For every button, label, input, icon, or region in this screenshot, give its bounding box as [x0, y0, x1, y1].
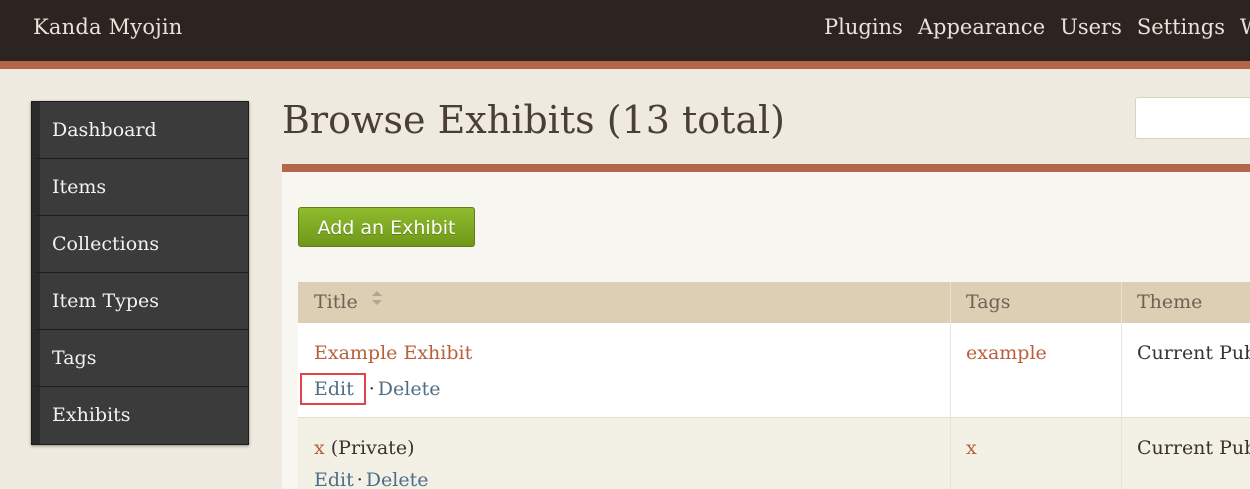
nav-truncated[interactable]: W [1240, 15, 1250, 39]
exhibit-title-link[interactable]: Example Exhibit [314, 342, 472, 364]
column-header-theme: Theme [1137, 291, 1203, 313]
column-header-tags: Tags [951, 282, 1122, 323]
table-cell-theme: Current Public Theme [1122, 323, 1250, 417]
tag-link[interactable]: example [966, 342, 1047, 364]
nav-plugins[interactable]: Plugins [824, 15, 903, 39]
sidebar-item-tags[interactable]: Tags [32, 330, 248, 387]
private-label: (Private) [330, 437, 415, 459]
delete-link[interactable]: Delete [378, 378, 441, 400]
tag-link[interactable]: x [966, 437, 977, 459]
sort-icon[interactable] [370, 290, 384, 306]
table-cell-theme: Current Public Theme [1122, 418, 1250, 489]
sidebar-item-exhibits[interactable]: Exhibits [32, 387, 248, 444]
nav-users[interactable]: Users [1060, 15, 1122, 39]
edit-link-highlight: Edit [300, 373, 366, 405]
table-cell-tags: example [951, 323, 1122, 417]
action-separator: · [368, 378, 375, 400]
sidebar-item-dashboard[interactable]: Dashboard [32, 102, 248, 159]
theme-value: Current Public Theme [1137, 437, 1250, 459]
top-accent-stripe [0, 61, 1250, 69]
site-title[interactable]: Kanda Myojin [33, 15, 183, 39]
content-divider [282, 164, 1250, 172]
table-cell-tags: x [951, 418, 1122, 489]
delete-link[interactable]: Delete [366, 469, 429, 489]
top-nav: Plugins Appearance Users Settings W [824, 15, 1250, 39]
page-title: Browse Exhibits (13 total) [282, 98, 785, 142]
column-header-title-label: Title [314, 291, 358, 313]
add-exhibit-button[interactable]: Add an Exhibit [298, 207, 475, 247]
table-cell-title: x (Private) Edit · Delete [298, 418, 951, 489]
nav-settings[interactable]: Settings [1137, 15, 1225, 39]
edit-link[interactable]: Edit [314, 378, 354, 400]
exhibits-table: Title Tags Theme Example Exhibit Edit · D… [298, 282, 1250, 489]
nav-appearance[interactable]: Appearance [918, 15, 1045, 39]
sidebar-item-collections[interactable]: Collections [32, 216, 248, 273]
action-separator: · [356, 469, 363, 489]
table-cell-title: Example Exhibit Edit · Delete [298, 323, 951, 417]
table-header: Title Tags Theme [298, 282, 1250, 323]
exhibit-title-link[interactable]: x [314, 437, 325, 459]
column-header-title[interactable]: Title [298, 282, 951, 323]
table-row: x (Private) Edit·Delete x Current Public… [298, 418, 1250, 489]
table-row: Example Exhibit Edit · Delete example Cur… [298, 323, 1250, 418]
search-input[interactable] [1135, 97, 1250, 139]
sidebar-item-item-types[interactable]: Item Types [32, 273, 248, 330]
sidebar-item-items[interactable]: Items [32, 159, 248, 216]
top-bar: Kanda Myojin Plugins Appearance Users Se… [0, 0, 1250, 61]
theme-value: Current Public Theme [1137, 342, 1250, 364]
edit-link[interactable]: Edit [314, 469, 354, 489]
sidebar-nav: Dashboard Items Collections Item Types T… [31, 101, 249, 445]
